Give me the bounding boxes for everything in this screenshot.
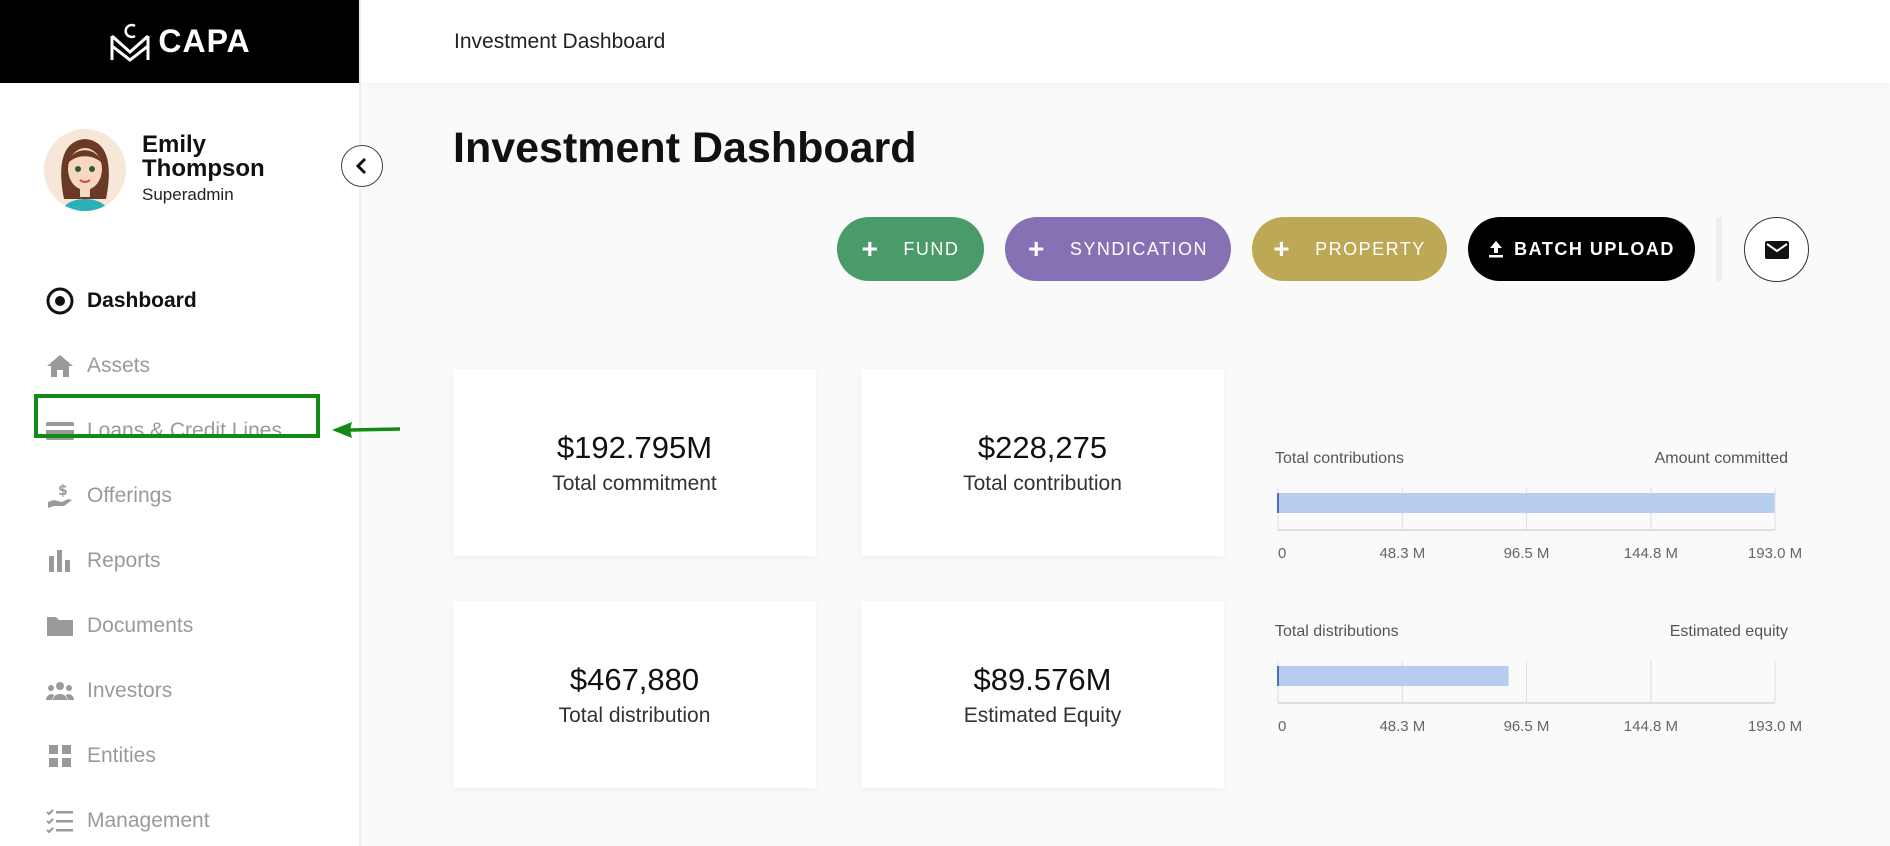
sidebar-item-label: Documents [87, 613, 194, 637]
folder-icon [45, 611, 75, 641]
batch-upload-button[interactable]: BATCH UPLOAD [1468, 217, 1695, 281]
sidebar-item-label: Entities [87, 743, 156, 767]
tick-label: 96.5 M [1504, 545, 1550, 562]
sidebar-item-entities[interactable]: Entities [0, 723, 361, 788]
tick-label: 193.0 M [1748, 718, 1802, 735]
mail-button[interactable] [1744, 217, 1809, 282]
distributions-bar-chart: Total distributions Estimated equity 0 48… [1270, 623, 1830, 743]
collapse-sidebar-button[interactable] [341, 145, 383, 187]
hand-money-icon: $ [45, 481, 75, 511]
sidebar-item-label: Offerings [87, 483, 172, 507]
sidebar-item-assets[interactable]: Assets [0, 333, 361, 398]
tick-label: 96.5 M [1504, 718, 1550, 735]
sidebar-nav: Dashboard Assets Loans & Credit Lines $ … [0, 268, 361, 846]
add-property-button[interactable]: + PROPERTY [1252, 217, 1447, 281]
stat-card-total-distribution: $467,880 Total distribution [453, 601, 816, 788]
sidebar: CAPA Emily Thompson Superadmin Dashboard… [0, 0, 361, 846]
property-button-label: PROPERTY [1315, 238, 1426, 259]
sidebar-item-label: Management [87, 808, 210, 832]
chevron-left-icon [355, 157, 367, 175]
syndication-button-label: SYNDICATION [1069, 238, 1209, 259]
tick-label: 144.8 M [1624, 718, 1678, 735]
stat-label: Total distribution [558, 703, 711, 727]
plus-icon: + [1027, 233, 1046, 264]
tick-label: 0 [1278, 545, 1286, 562]
capa-logo-icon [110, 23, 150, 62]
tick-label: 144.8 M [1624, 545, 1678, 562]
sidebar-item-investors[interactable]: Investors [0, 658, 361, 723]
upload-icon [1489, 241, 1504, 258]
sidebar-item-loans[interactable]: Loans & Credit Lines [0, 398, 361, 463]
bar-chart-icon [45, 546, 75, 576]
fund-button-label: FUND [903, 238, 960, 259]
home-icon [45, 351, 75, 381]
stat-label: Total commitment [552, 471, 717, 495]
credit-card-icon [45, 416, 75, 446]
stat-label: Total contribution [963, 471, 1122, 495]
sidebar-item-management[interactable]: Management [0, 788, 361, 846]
stat-value: $228,275 [977, 429, 1108, 465]
sidebar-item-label: Dashboard [87, 288, 197, 312]
breadcrumb: Investment Dashboard [454, 29, 666, 53]
sidebar-item-label: Loans & Credit Lines [87, 418, 282, 442]
stat-card-total-commitment: $192.795M Total commitment [453, 369, 816, 556]
app: CAPA Emily Thompson Superadmin Dashboard… [0, 0, 1890, 846]
plus-icon: + [861, 233, 880, 264]
users-icon [45, 676, 75, 706]
user-name: Emily Thompson [142, 131, 265, 182]
sidebar-item-documents[interactable]: Documents [0, 593, 361, 658]
checklist-icon [45, 806, 75, 836]
user-role: Superadmin [142, 185, 234, 204]
sidebar-item-label: Reports [87, 548, 161, 572]
stat-value: $192.795M [556, 429, 713, 465]
topbar: Investment Dashboard [361, 0, 1890, 83]
stat-card-estimated-equity: $89.576M Estimated Equity [861, 601, 1224, 788]
bar [1278, 666, 1509, 686]
page-title: Investment Dashboard [453, 124, 917, 172]
dashboard-icon [45, 286, 75, 316]
avatar [44, 129, 126, 211]
stat-value: $89.576M [973, 661, 1112, 697]
tick-label: 48.3 M [1379, 545, 1425, 562]
add-syndication-button[interactable]: + SYNDICATION [1005, 217, 1231, 281]
sidebar-item-label: Assets [87, 353, 151, 377]
stat-card-total-contribution: $228,275 Total contribution [861, 369, 1224, 556]
arrow-annotation-icon [332, 422, 401, 438]
tick-label: 193.0 M [1748, 545, 1802, 562]
mail-icon [1764, 240, 1789, 259]
sidebar-item-label: Investors [87, 678, 173, 702]
contributions-bar-chart: Total contributions Amount committed 0 48… [1270, 450, 1830, 570]
batch-upload-label: BATCH UPLOAD [1514, 238, 1675, 259]
logo[interactable]: CAPA [0, 0, 359, 83]
tick-label: 48.3 M [1379, 718, 1425, 735]
sidebar-item-dashboard[interactable]: Dashboard [0, 268, 361, 333]
bar [1278, 493, 1775, 513]
stat-label: Estimated Equity [963, 703, 1122, 727]
sidebar-item-offerings[interactable]: $ Offerings [0, 463, 361, 528]
tick-label: 0 [1278, 718, 1286, 735]
logo-text: CAPA [158, 23, 251, 59]
plus-icon: + [1273, 233, 1292, 264]
svg-text:$: $ [58, 483, 68, 499]
stat-value: $467,880 [569, 661, 700, 697]
divider [1716, 217, 1722, 281]
user-profile: Emily Thompson Superadmin [44, 129, 282, 211]
sidebar-item-reports[interactable]: Reports [0, 528, 361, 593]
add-fund-button[interactable]: + FUND [837, 217, 984, 281]
grid-icon [45, 741, 75, 771]
